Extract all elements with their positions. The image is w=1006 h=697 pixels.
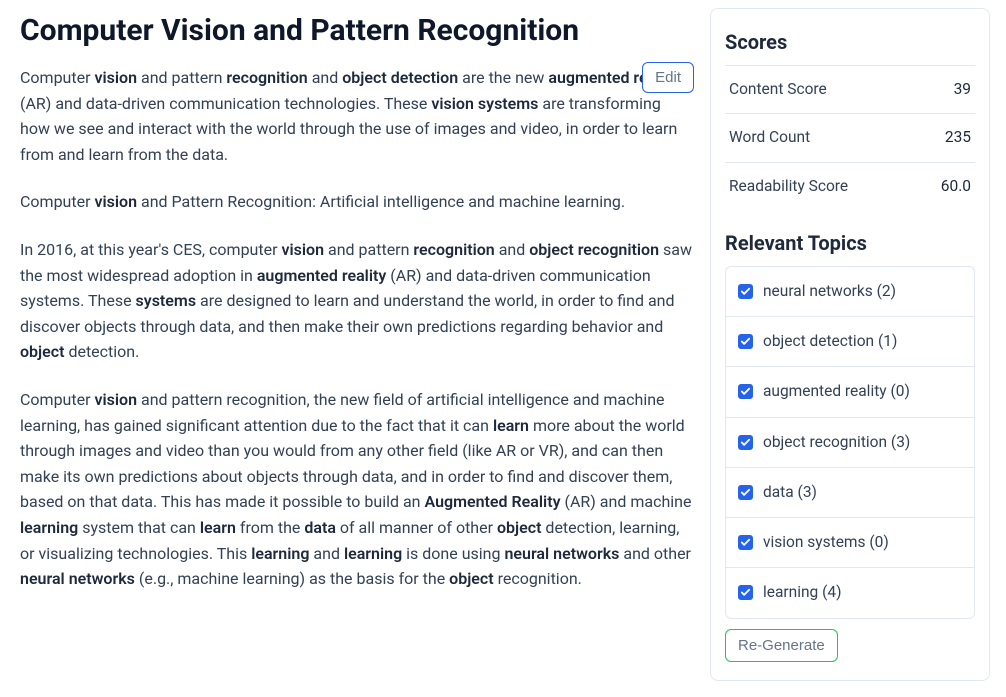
article-panel: Computer Vision and Pattern Recognition … [20,8,694,681]
topic-row: object detection (1) [726,317,974,367]
topic-row: neural networks (2) [726,267,974,317]
regenerate-button[interactable]: Re-Generate [725,629,838,662]
topics-list: neural networks (2) object detection (1) a… [725,266,975,619]
topic-label: object recognition (3) [763,431,910,454]
topic-row: vision systems (0) [726,518,974,568]
topic-checkbox[interactable] [738,485,753,500]
score-label: Readability Score [729,175,848,198]
score-value: 235 [945,126,971,149]
topic-checkbox[interactable] [738,334,753,349]
topic-label: learning (4) [763,581,842,604]
topic-label: data (3) [763,481,817,504]
topic-label: vision systems (0) [763,531,889,554]
topic-checkbox[interactable] [738,284,753,299]
score-label: Content Score [729,78,827,101]
article-paragraph: Computer vision and pattern recognition … [20,65,694,167]
topic-row: augmented reality (0) [726,367,974,417]
topic-label: object detection (1) [763,330,897,353]
topic-checkbox[interactable] [738,535,753,550]
score-value: 60.0 [941,175,971,198]
article-paragraph: Computer vision and Pattern Recognition:… [20,189,694,215]
edit-button[interactable]: Edit [642,62,694,93]
score-list: Content Score 39 Word Count 235 Readability … [725,65,975,210]
topic-checkbox[interactable] [738,585,753,600]
sidebar-panel: Scores Content Score 39 Word Count 235 Reada… [710,8,990,681]
article-paragraph: Computer vision and pattern recognition,… [20,387,694,592]
topic-label: neural networks (2) [763,280,896,303]
score-value: 39 [954,78,971,101]
topic-row: learning (4) [726,568,974,617]
article-title: Computer Vision and Pattern Recognition [20,8,694,53]
score-label: Word Count [729,126,810,149]
topic-checkbox[interactable] [738,435,753,450]
score-row: Content Score 39 [725,65,975,113]
scores-heading: Scores [725,27,975,57]
topic-row: data (3) [726,468,974,518]
topic-row: object recognition (3) [726,418,974,468]
topics-heading: Relevant Topics [725,228,975,258]
topic-label: augmented reality (0) [763,380,910,403]
article-paragraph: In 2016, at this year's CES, computer vi… [20,237,694,365]
score-row: Word Count 235 [725,113,975,161]
topic-checkbox[interactable] [738,384,753,399]
article-body: Computer vision and pattern recognition … [20,65,694,592]
score-row: Readability Score 60.0 [725,162,975,210]
